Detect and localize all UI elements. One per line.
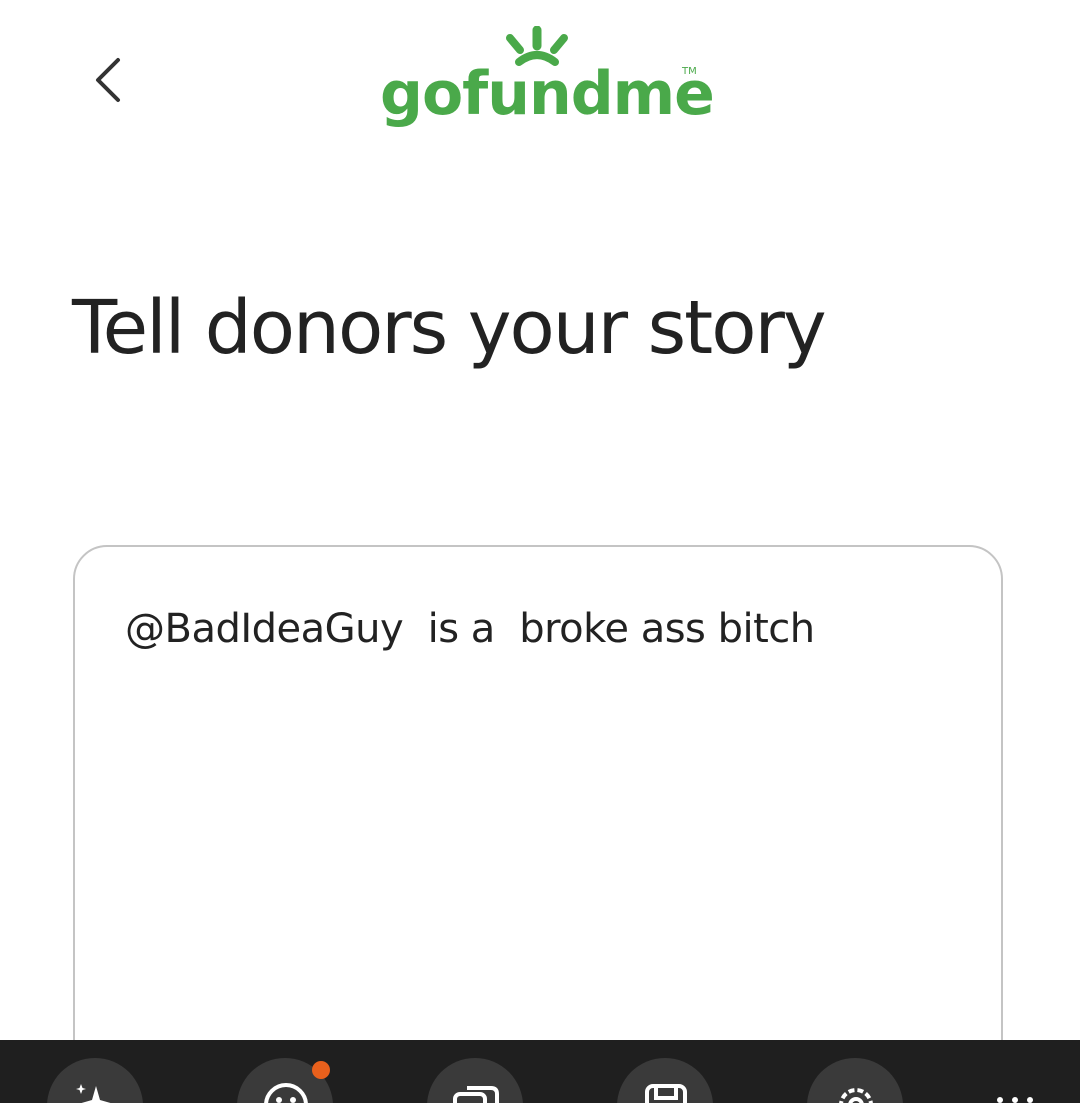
bottom-toolbar — [0, 1040, 1080, 1103]
copy-windows-button[interactable] — [427, 1058, 523, 1103]
gofundme-logo: gofundme TM — [380, 26, 715, 136]
story-textarea[interactable]: @BadIdeaGuy is a broke ass bitch — [73, 545, 1003, 1103]
page: gofundme TM Tell donors your story @BadI… — [0, 0, 1080, 1103]
save-icon — [645, 1084, 687, 1103]
sparkle-star-icon — [76, 1084, 111, 1103]
notification-dot — [312, 1061, 330, 1079]
logo-wordmark: gofundme — [380, 59, 715, 129]
sparkle-button[interactable] — [47, 1058, 143, 1103]
save-button[interactable] — [617, 1058, 713, 1103]
emoji-face-icon — [264, 1083, 308, 1103]
back-button[interactable] — [80, 50, 140, 110]
story-text-value[interactable]: @BadIdeaGuy is a broke ass bitch — [125, 605, 961, 653]
chevron-left-icon — [96, 58, 120, 102]
copy-windows-icon — [453, 1086, 499, 1103]
settings-button[interactable] — [807, 1058, 903, 1103]
more-dots-icon[interactable] — [990, 1090, 1040, 1103]
gear-icon — [839, 1088, 873, 1103]
logo-trademark: TM — [682, 66, 697, 77]
page-title: Tell donors your story — [72, 285, 827, 371]
